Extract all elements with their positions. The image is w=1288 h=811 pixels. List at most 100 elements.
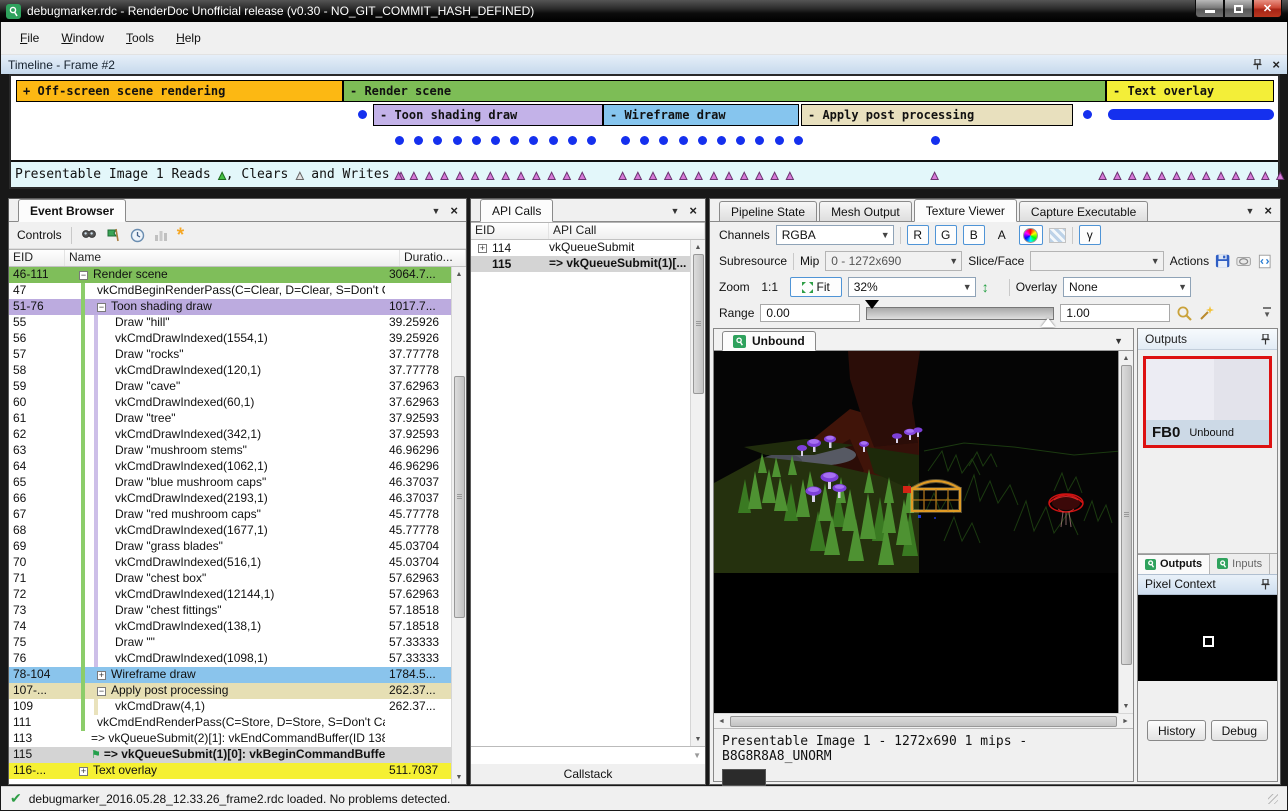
time-draws-icon[interactable] [130, 228, 145, 243]
green-channel-button[interactable]: G [935, 225, 957, 245]
close-panel-icon[interactable]: × [1264, 206, 1272, 216]
event-row[interactable]: 66vkCmdDrawIndexed(2193,1)46.37037 [9, 491, 451, 507]
timeline-draw-dot[interactable] [491, 136, 500, 145]
event-row[interactable]: 68vkCmdDrawIndexed(1677,1)45.77778 [9, 523, 451, 539]
resize-grip[interactable] [1268, 794, 1278, 804]
find-icon[interactable] [81, 228, 97, 242]
texture-display[interactable] [714, 351, 1118, 713]
range-black-handle[interactable] [865, 300, 879, 309]
callstack-combo[interactable]: ▼ [471, 746, 705, 764]
menu-tools[interactable]: Tools [117, 27, 163, 49]
event-row[interactable]: 67Draw "red mushroom caps"45.77778 [9, 507, 451, 523]
usage-triangle[interactable]: ▲ [665, 169, 672, 181]
maximize-button[interactable] [1224, 0, 1253, 18]
timeline-marker[interactable]: - Apply post processing [801, 104, 1073, 126]
usage-triangle[interactable]: ▲ [1114, 169, 1121, 181]
timeline-draw-dot[interactable] [453, 136, 462, 145]
panel-menu-icon[interactable]: ▼ [431, 206, 440, 216]
tab-mesh-output[interactable]: Mesh Output [819, 201, 912, 221]
event-row[interactable]: 59Draw "cave"37.62963 [9, 379, 451, 395]
pin-icon[interactable] [1253, 59, 1262, 70]
usage-triangle[interactable]: ▲ [1143, 169, 1150, 181]
range-min-value[interactable]: 0.00 [760, 304, 860, 322]
usage-triangle[interactable]: ▲ [931, 169, 938, 181]
usage-triangle[interactable]: ▲ [441, 169, 448, 181]
autofit-magnifier-icon[interactable] [1176, 305, 1193, 322]
slice-face-combo[interactable]: ▼ [1030, 251, 1163, 271]
col-duration[interactable]: Duratio... [400, 250, 466, 266]
usage-triangle[interactable]: ▲ [756, 169, 763, 181]
usage-triangle[interactable]: ▲ [1099, 169, 1106, 181]
timeline-draw-dot[interactable] [472, 136, 481, 145]
pin-icon[interactable] [1261, 579, 1270, 590]
tab-outputs[interactable]: Outputs [1138, 554, 1210, 574]
usage-triangle[interactable]: ▲ [786, 169, 793, 181]
timeline-draw-dot[interactable] [433, 136, 442, 145]
usage-triangle[interactable]: ▲ [1203, 169, 1210, 181]
range-white-handle[interactable] [1041, 318, 1055, 327]
tab-pipeline-state[interactable]: Pipeline State [719, 201, 817, 221]
timeline-draw-dot[interactable] [736, 136, 745, 145]
texture-tab-dropdown-icon[interactable]: ▼ [1114, 336, 1133, 350]
usage-triangle[interactable]: ▲ [410, 169, 417, 181]
event-row[interactable]: 78-104+Wireframe draw1784.5... [9, 667, 451, 683]
panel-menu-icon[interactable]: ▼ [1245, 206, 1254, 216]
timeline-marker[interactable]: - Text overlay [1106, 80, 1274, 102]
flip-y-icon[interactable]: ↕ [982, 279, 989, 295]
timeline-marker[interactable]: - Wireframe draw [603, 104, 799, 126]
event-row[interactable]: 51-76−Toon shading draw1017.7... [9, 299, 451, 315]
event-row[interactable]: 74vkCmdDrawIndexed(138,1)57.18518 [9, 619, 451, 635]
zoom-1to1-button[interactable]: 1:1 [756, 277, 784, 297]
open-link-icon[interactable] [1236, 254, 1251, 268]
timeline-draw-dot[interactable] [698, 136, 707, 145]
event-browser-columns[interactable]: EID Name Duratio... [9, 250, 466, 267]
close-panel-icon[interactable]: × [689, 206, 697, 216]
timeline-draw-dot[interactable] [568, 136, 577, 145]
col-api-call[interactable]: API Call [549, 223, 705, 239]
timeline-draw-dot[interactable] [395, 136, 404, 145]
alpha-channel-button[interactable]: A [991, 225, 1013, 245]
blue-channel-button[interactable]: B [963, 225, 985, 245]
menu-window[interactable]: Window [52, 27, 113, 49]
usage-triangle[interactable]: ▲ [533, 169, 540, 181]
timeline-draw-dot[interactable] [358, 110, 367, 119]
timeline-draw-dot[interactable] [640, 136, 649, 145]
api-calls-vscrollbar[interactable]: ▲ ▼ [690, 240, 705, 746]
timeline-draw-dot[interactable] [510, 136, 519, 145]
timeline-draw-dot[interactable] [775, 136, 784, 145]
range-wand-icon[interactable] [1199, 305, 1215, 321]
event-row[interactable]: 56vkCmdDrawIndexed(1554,1)39.25926 [9, 331, 451, 347]
usage-triangle[interactable]: ▲ [649, 169, 656, 181]
event-row[interactable]: 46-111−Render scene3064.7... [9, 267, 451, 283]
api-calls-columns[interactable]: EID API Call [471, 223, 705, 240]
event-row[interactable]: 62vkCmdDrawIndexed(342,1)37.92593 [9, 427, 451, 443]
usage-triangle[interactable]: ▲ [1158, 169, 1165, 181]
timeline-marker[interactable]: - Render scene [343, 80, 1106, 102]
close-timeline-icon[interactable]: × [1272, 60, 1280, 70]
debug-button[interactable]: Debug [1211, 720, 1268, 741]
usage-triangle[interactable]: ▲ [456, 169, 463, 181]
event-row[interactable]: 116-...+Text overlay511.7037 [9, 763, 451, 779]
api-call-row[interactable]: 115=> vkQueueSubmit(1)[... [471, 256, 690, 272]
timeline-draw-dot[interactable] [717, 136, 726, 145]
usage-triangle[interactable]: ▲ [741, 169, 748, 181]
goto-eid-icon[interactable] [106, 228, 121, 243]
color-wheel-button[interactable] [1019, 225, 1043, 245]
event-row[interactable]: 60vkCmdDrawIndexed(60,1)37.62963 [9, 395, 451, 411]
pixel-context-view[interactable] [1138, 595, 1277, 681]
usage-triangle[interactable]: ▲ [517, 169, 524, 181]
timeline-marker[interactable]: + Off-screen scene rendering [16, 80, 343, 102]
save-texture-icon[interactable] [1215, 253, 1230, 269]
event-row[interactable]: 111vkCmdEndRenderPass(C=Store, D=Store, … [9, 715, 451, 731]
usage-triangle[interactable]: ▲ [472, 169, 479, 181]
range-max-value[interactable]: 1.00 [1060, 304, 1170, 322]
usage-triangle[interactable]: ▲ [395, 169, 402, 181]
event-row[interactable]: 71Draw "chest box"57.62963 [9, 571, 451, 587]
event-row[interactable]: 70vkCmdDrawIndexed(516,1)45.03704 [9, 555, 451, 571]
expander-icon[interactable]: + [79, 767, 88, 776]
open-in-code-icon[interactable] [1258, 254, 1271, 269]
event-row[interactable]: 109vkCmdDraw(4,1)262.37... [9, 699, 451, 715]
expander-icon[interactable]: − [97, 303, 106, 312]
usage-triangle[interactable]: ▲ [563, 169, 570, 181]
usage-triangle[interactable]: ▲ [426, 169, 433, 181]
